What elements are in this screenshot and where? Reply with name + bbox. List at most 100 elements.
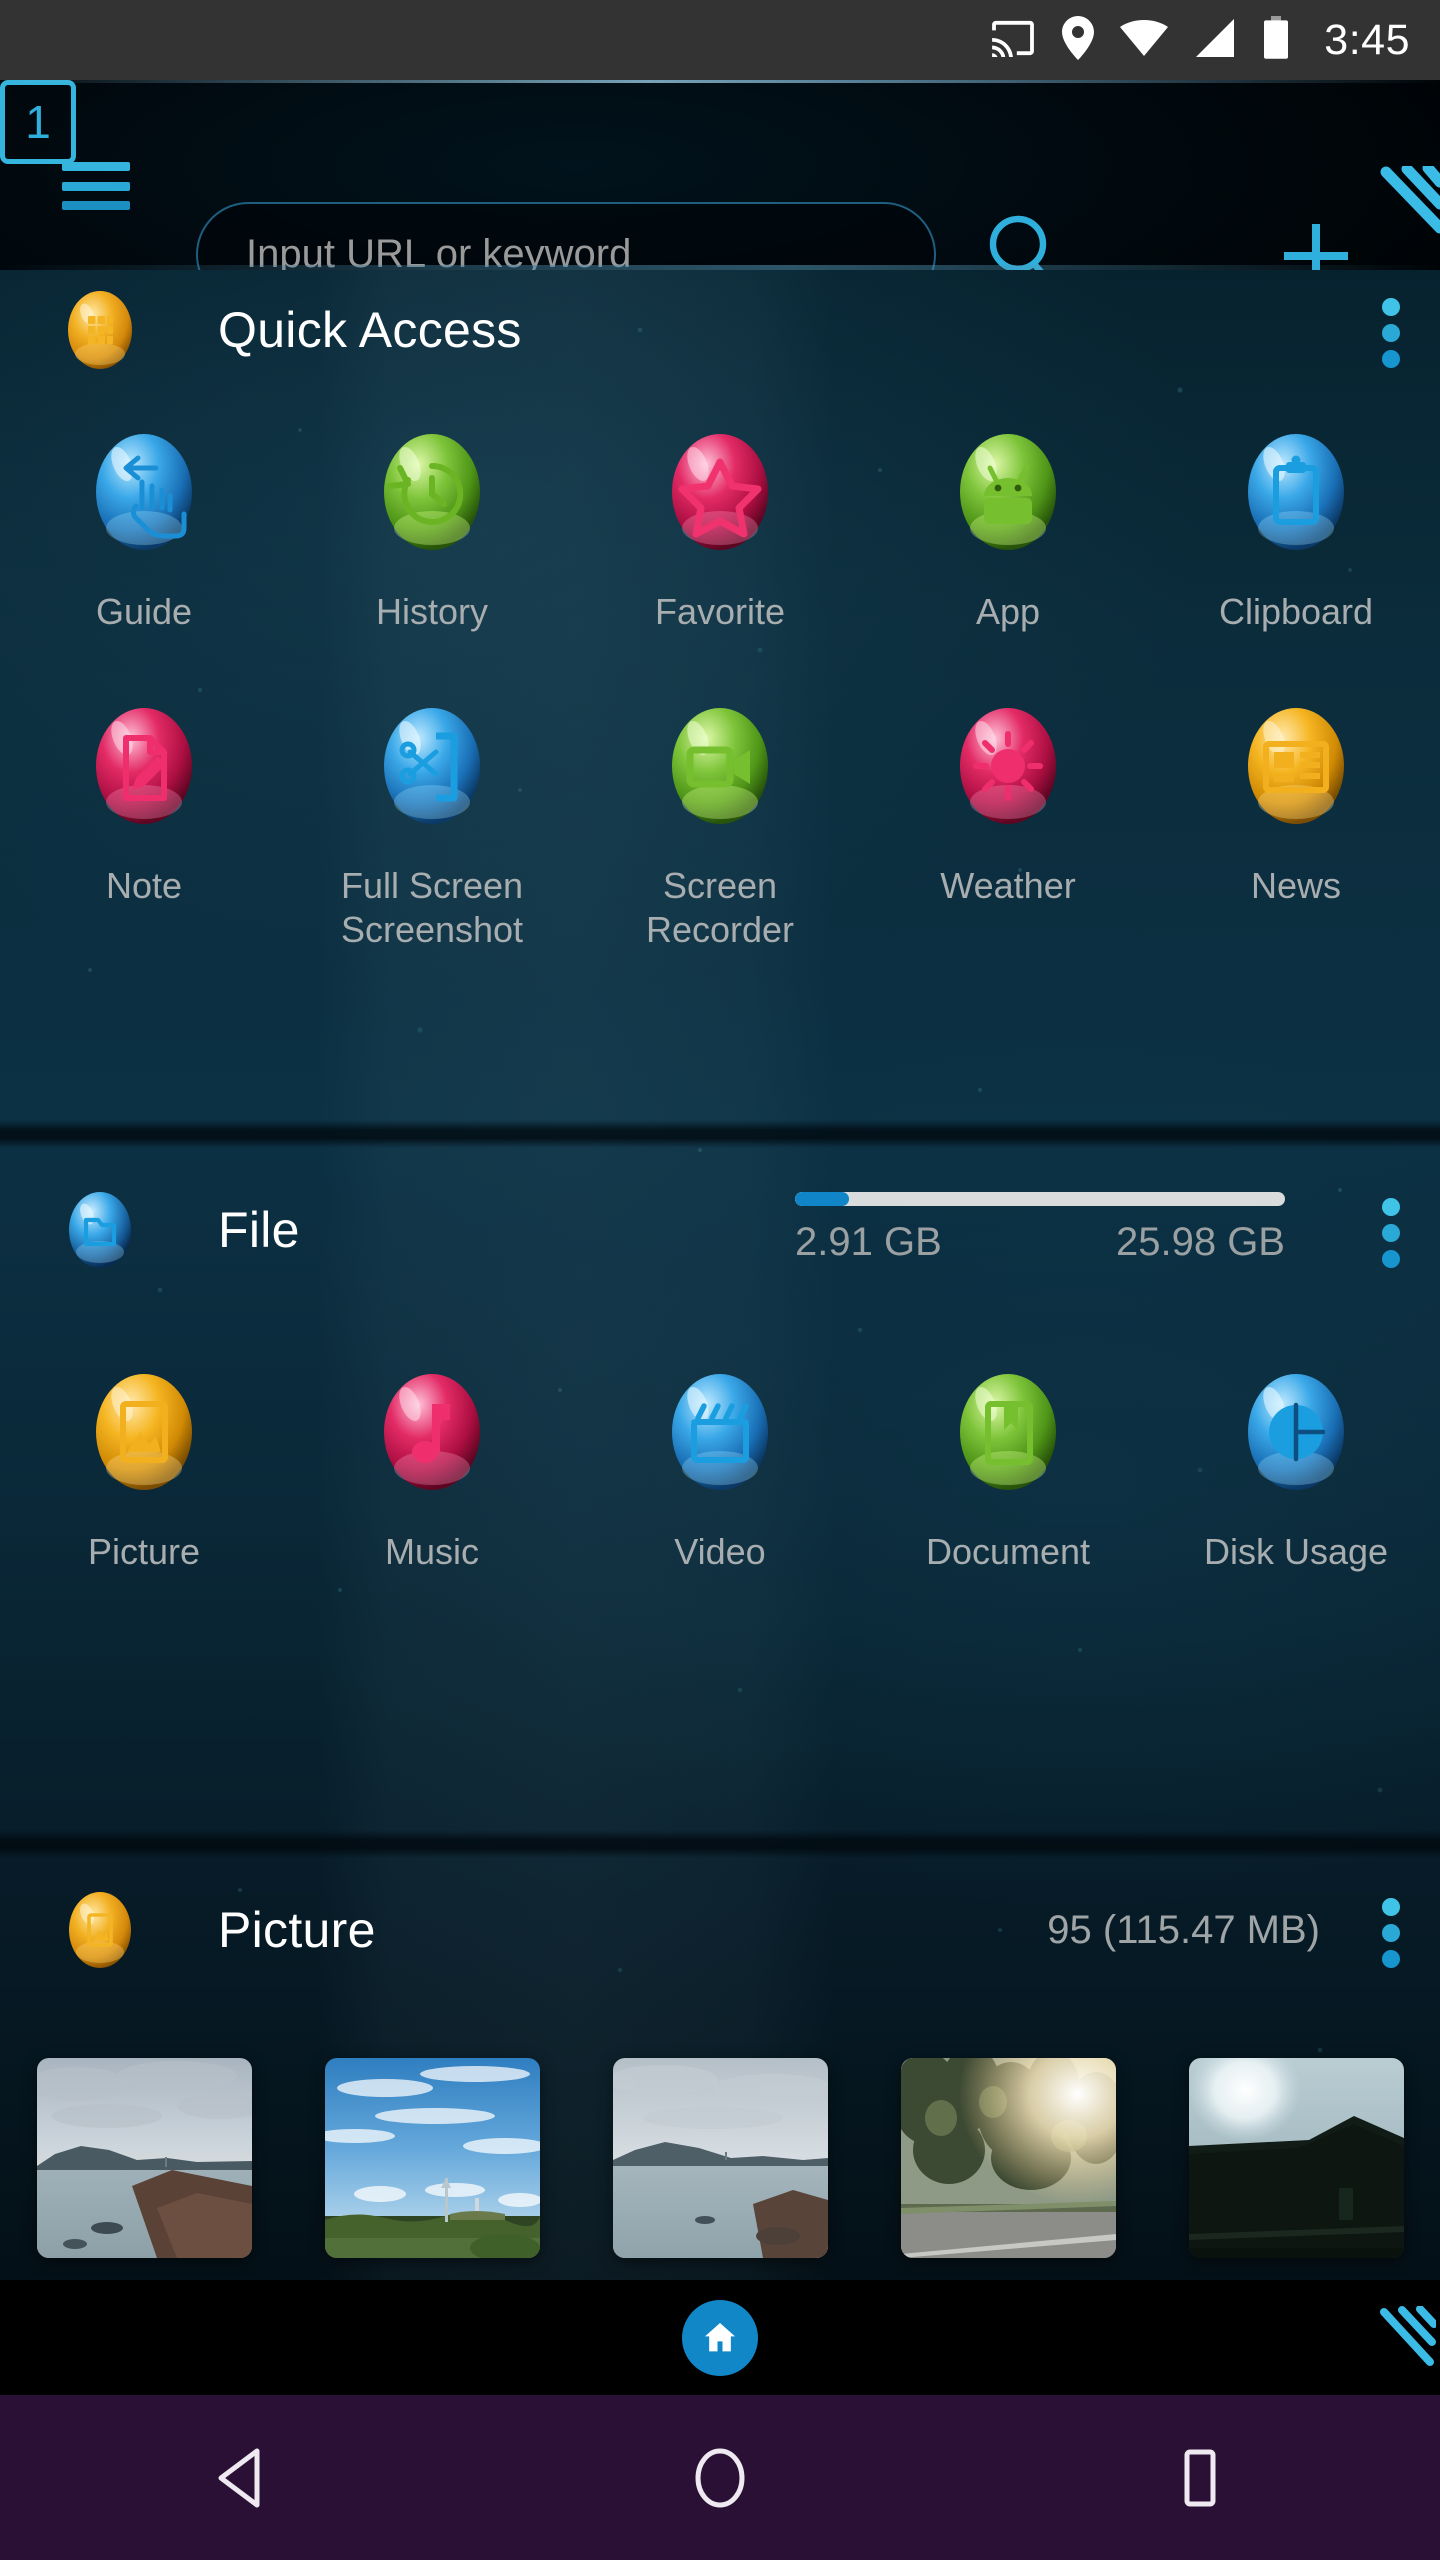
home-icon[interactable]: [682, 2300, 758, 2376]
note-pencil-icon: [70, 694, 218, 842]
newspaper-icon: [1222, 694, 1370, 842]
thumbnail-cell[interactable]: [576, 2058, 864, 2258]
picture-header: Picture 95 (115.47 MB): [0, 1870, 1440, 1990]
quick-access-item-clipboard[interactable]: Clipboard: [1152, 420, 1440, 634]
grid-apps-icon: [58, 288, 142, 372]
quick-access-item-news[interactable]: News: [1152, 694, 1440, 952]
clipboard-icon: [1222, 420, 1370, 568]
file-header: File 2.91 GB 25.98 GB: [0, 1170, 1440, 1290]
picture-thumbnail-5[interactable]: [1188, 2058, 1404, 2258]
quick-access-item-app[interactable]: App: [864, 420, 1152, 634]
image-icon: [58, 1888, 142, 1972]
status-time: 3:45: [1324, 15, 1410, 64]
status-bar: 3:45: [0, 0, 1440, 80]
quick-access-item-label: Note: [105, 865, 183, 906]
folder-icon: [58, 1188, 142, 1272]
quick-access-overflow-menu[interactable]: [1380, 298, 1402, 368]
picture-thumbnail-1[interactable]: [36, 2058, 252, 2258]
scissors-phone-icon: [358, 694, 506, 842]
quick-access-item-label: History: [375, 591, 488, 632]
android-robot-icon: [934, 420, 1082, 568]
quick-access-item-screen-recorder[interactable]: Screen Recorder: [576, 694, 864, 952]
quick-access-item-label: Weather: [940, 865, 1076, 906]
file-grid: Picture Music Video Document Disk Usage: [0, 1360, 1440, 1574]
clapperboard-icon: [646, 1360, 794, 1508]
quick-access-item-label: App: [975, 591, 1041, 632]
file-section: File 2.91 GB 25.98 GB Picture Music Vide…: [0, 1170, 1440, 1574]
picture-thumbnail-2[interactable]: [324, 2058, 540, 2258]
section-divider-2: [0, 1830, 1440, 1858]
storage-used-label: 2.91 GB: [795, 1220, 942, 1264]
sun-icon: [934, 694, 1082, 842]
recents-square-icon[interactable]: [1100, 2395, 1300, 2560]
file-item-document[interactable]: Document: [864, 1360, 1152, 1574]
quick-access-item-full-screen-screenshot[interactable]: Full Screen Screenshot: [288, 694, 576, 952]
quick-access-item-history[interactable]: History: [288, 420, 576, 634]
file-overflow-menu[interactable]: [1380, 1198, 1402, 1268]
music-note-icon: [358, 1360, 506, 1508]
swipe-hand-icon: [70, 420, 218, 568]
quick-access-header: Quick Access: [0, 270, 1440, 390]
android-nav-bar: [0, 2395, 1440, 2560]
quick-access-item-weather[interactable]: Weather: [864, 694, 1152, 952]
quick-access-grid: Guide History Favorite App Clipboard: [0, 420, 1440, 634]
file-item-label: Picture: [87, 1531, 201, 1572]
browser-toolbar: Input URL or keyword 1: [0, 80, 1440, 270]
storage-fill: [795, 1192, 849, 1206]
picture-thumbnail-3[interactable]: [612, 2058, 828, 2258]
hamburger-menu-icon[interactable]: [62, 162, 130, 210]
search-icon[interactable]: [980, 210, 1072, 270]
file-title: File: [218, 1202, 300, 1258]
book-icon: [934, 1360, 1082, 1508]
star-icon: [646, 420, 794, 568]
file-item-picture[interactable]: Picture: [0, 1360, 288, 1574]
quick-access-section: Quick Access Guide History Favorite App …: [0, 270, 1440, 952]
picture-title: Picture: [218, 1902, 376, 1958]
video-camera-icon: [646, 694, 794, 842]
quick-access-title: Quick Access: [218, 302, 522, 358]
battery-icon: [1262, 15, 1290, 65]
picture-thumbnail-4[interactable]: [900, 2058, 1116, 2258]
browser-bottom-bar: [0, 2280, 1440, 2395]
pie-chart-icon: [1222, 1360, 1370, 1508]
file-item-music[interactable]: Music: [288, 1360, 576, 1574]
quick-access-item-guide[interactable]: Guide: [0, 420, 288, 634]
thumbnail-cell[interactable]: [288, 2058, 576, 2258]
wifi-icon: [1120, 19, 1169, 61]
back-triangle-icon[interactable]: [140, 2395, 340, 2560]
quick-access-grid-row2: Note Full Screen Screenshot Screen Recor…: [0, 694, 1440, 952]
quick-access-item-label: Full Screen Screenshot: [340, 865, 524, 950]
home-circle-icon[interactable]: [620, 2395, 820, 2560]
clock-history-icon: [358, 420, 506, 568]
cast-icon: [990, 19, 1036, 62]
tab-count-label: 1: [25, 96, 51, 148]
device-screen: 3:45 Input URL or keyword 1 Quick Access…: [0, 0, 1440, 2560]
diagonal-stripes-icon: [1344, 162, 1440, 270]
file-item-label: Video: [674, 1531, 766, 1572]
picture-overflow-menu[interactable]: [1380, 1898, 1402, 1968]
signal-icon: [1194, 18, 1236, 62]
quick-access-item-label: News: [1250, 865, 1342, 906]
thumbnail-cell[interactable]: [0, 2058, 288, 2258]
thumbnail-cell[interactable]: [864, 2058, 1152, 2258]
storage-total-label: 25.98 GB: [1115, 1220, 1285, 1264]
storage-usage-bar: 2.91 GB 25.98 GB: [795, 1192, 1285, 1280]
quick-access-item-note[interactable]: Note: [0, 694, 288, 952]
home-content: Quick Access Guide History Favorite App …: [0, 270, 1440, 2280]
file-item-video[interactable]: Video: [576, 1360, 864, 1574]
file-item-label: Disk Usage: [1203, 1531, 1389, 1572]
storage-track: [795, 1192, 1285, 1206]
file-item-disk-usage[interactable]: Disk Usage: [1152, 1360, 1440, 1574]
url-placeholder: Input URL or keyword: [246, 232, 632, 270]
tab-counter-button[interactable]: 1: [0, 80, 76, 164]
image-icon: [70, 1360, 218, 1508]
quick-access-item-label: Clipboard: [1218, 591, 1374, 632]
picture-section: Picture 95 (115.47 MB): [0, 1870, 1440, 2258]
thumbnail-cell[interactable]: [1152, 2058, 1440, 2258]
picture-thumbnails: [0, 2058, 1440, 2258]
quick-access-item-favorite[interactable]: Favorite: [576, 420, 864, 634]
url-input[interactable]: Input URL or keyword: [196, 202, 936, 270]
file-item-label: Music: [384, 1531, 479, 1572]
location-icon: [1062, 15, 1095, 65]
quick-access-item-label: Favorite: [654, 591, 786, 632]
